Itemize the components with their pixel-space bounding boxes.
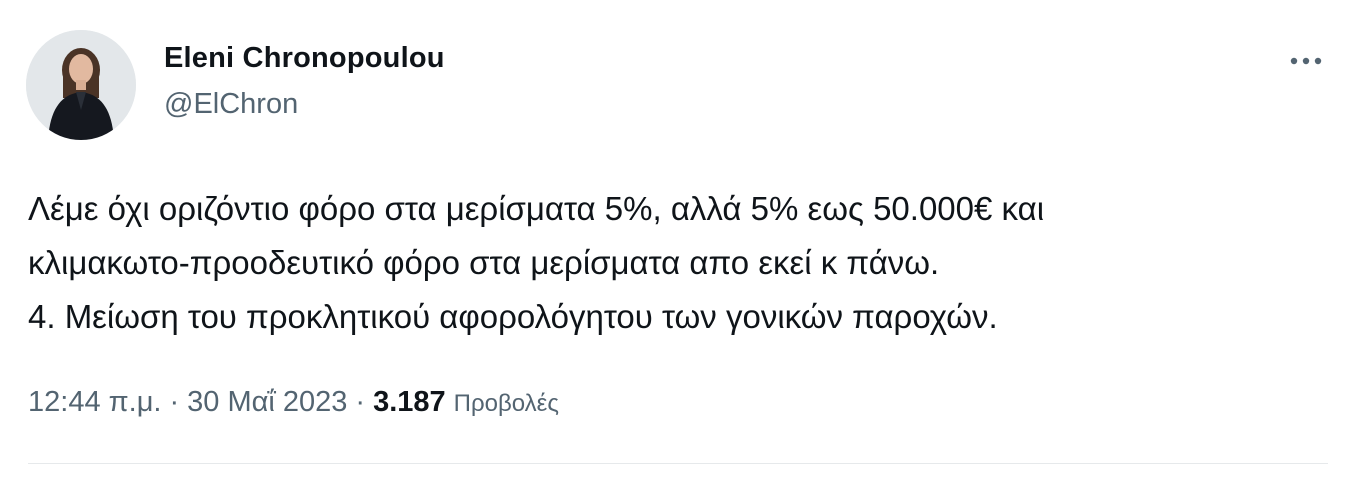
meta-separator: · [355,386,366,418]
tweet-timestamp-time[interactable]: 12:44 π.μ. [28,386,161,419]
tweet-text-line: 4. Μείωση του προκλητικού αφορολόγητου τ… [28,298,998,335]
more-options-icon [1290,57,1322,65]
avatar[interactable] [26,30,136,140]
tweet-text: Λέμε όχι οριζόντιο φόρο στα μερίσματα 5%… [28,182,1328,344]
author-handle[interactable]: @ElChron [164,88,298,121]
tweet-metadata: 12:44 π.μ. · 30 Μαΐ 2023 · 3.187 Προβολέ… [28,386,559,419]
views-count: 3.187 [373,386,446,418]
author-display-name[interactable]: Eleni Chronopoulou [164,42,445,75]
meta-separator: · [169,386,180,418]
divider [28,463,1328,464]
profile-photo-icon [26,30,136,140]
more-options-button[interactable] [1284,46,1328,76]
tweet-timestamp-date[interactable]: 30 Μαΐ 2023 [187,386,347,419]
views-label: Προβολές [453,390,559,417]
tweet-text-line: Λέμε όχι οριζόντιο φόρο στα μερίσματα 5%… [28,190,1045,227]
tweet-card: Eleni Chronopoulou @ElChron Λέμε όχι ορι… [0,0,1360,489]
tweet-text-line: κλιμακωτο-προοδευτικό φόρο στα μερίσματα… [28,244,940,281]
